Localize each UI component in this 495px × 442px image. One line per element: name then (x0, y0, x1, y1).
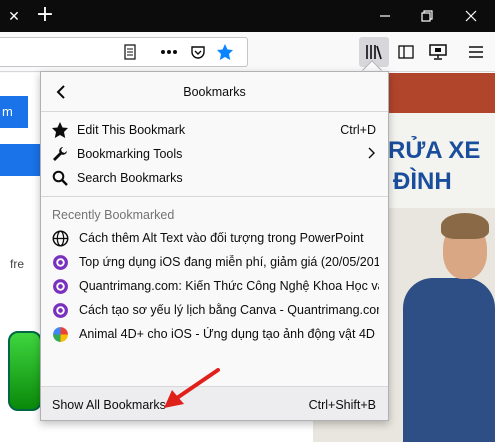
red-arrow-annotation (164, 368, 220, 408)
hamburger-icon (469, 46, 483, 58)
title-bar: ✕ + (0, 0, 495, 32)
url-bar[interactable] (0, 37, 248, 67)
minimize-button[interactable] (370, 4, 400, 28)
panel-title: Bookmarks (183, 85, 246, 99)
bookmark-star-icon[interactable] (213, 40, 237, 64)
globe-icon (52, 230, 69, 247)
edit-bookmark-shortcut: Ctrl+D (340, 123, 376, 137)
bookmarking-tools-item[interactable]: Bookmarking Tools (41, 142, 388, 166)
bookmark-label: Cách thêm Alt Text vào đối tượng trong P… (79, 231, 364, 245)
sign-text-line2: ĐÌNH (393, 168, 452, 195)
wrench-icon (51, 145, 69, 163)
bookmark-label: Quantrimang.com: Kiến Thức Công Nghệ Kho… (79, 279, 379, 293)
bookmark-item[interactable]: Cách thêm Alt Text vào đối tượng trong P… (41, 227, 388, 251)
search-bookmarks-label: Search Bookmarks (77, 171, 183, 185)
page-actions-icon[interactable] (157, 40, 181, 64)
sign-text-line1: RỬA XE (388, 137, 481, 164)
bookmark-label: Animal 4D+ cho iOS - Ứng dụng tạo ảnh độ… (79, 327, 379, 341)
bookmark-label: Cách tạo sơ yếu lý lịch bằng Canva - Qua… (79, 303, 379, 317)
pocket-icon[interactable] (186, 40, 210, 64)
page-text-fragment: fre (10, 257, 25, 271)
star-icon (51, 121, 69, 139)
menu-button[interactable] (464, 40, 488, 64)
chevron-right-icon (368, 147, 376, 162)
new-tab-button[interactable]: + (33, 4, 57, 28)
bookmark-label: Top ứng dụng iOS đang miễn phí, giảm giá… (79, 255, 379, 269)
minimize-icon (380, 15, 390, 17)
close-window-button[interactable] (456, 4, 486, 28)
show-all-bookmarks-label: Show All Bookmarks (52, 398, 166, 412)
site-icon (53, 255, 68, 270)
search-bookmarks-item[interactable]: Search Bookmarks (41, 166, 388, 190)
panel-header: Bookmarks (41, 72, 388, 112)
bookmark-item[interactable]: Top ứng dụng iOS đang miễn phí, giảm giá… (41, 251, 388, 275)
library-icon (366, 45, 382, 60)
page-blue-button[interactable]: m (0, 96, 28, 128)
monitor-icon (429, 44, 447, 60)
show-all-bookmarks-shortcut: Ctrl+Shift+B (308, 398, 376, 412)
navigation-toolbar (0, 32, 495, 72)
restore-icon (421, 10, 433, 22)
site-icon (53, 279, 68, 294)
sidebar-button[interactable] (394, 40, 418, 64)
sidebar-icon (398, 45, 414, 59)
bookmark-item[interactable]: Animal 4D+ cho iOS - Ứng dụng tạo ảnh độ… (41, 323, 388, 347)
close-icon (465, 10, 477, 22)
recently-bookmarked-heading: Recently Bookmarked (52, 208, 175, 222)
reader-view-icon[interactable] (118, 40, 142, 64)
close-tab-button[interactable]: ✕ (3, 6, 25, 26)
edit-bookmark-item[interactable]: Edit This Bookmark Ctrl+D (41, 118, 388, 142)
screen-share-button[interactable] (426, 40, 450, 64)
bookmark-item[interactable]: Quantrimang.com: Kiến Thức Công Nghệ Kho… (41, 275, 388, 299)
edit-bookmark-label: Edit This Bookmark (77, 123, 186, 137)
green-graphic (8, 331, 42, 411)
site-icon (53, 303, 68, 318)
separator (41, 196, 388, 197)
restore-button[interactable] (412, 4, 442, 28)
bookmarking-tools-label: Bookmarking Tools (77, 147, 183, 161)
colorful-icon (53, 327, 68, 342)
person-body (403, 278, 495, 442)
search-icon (51, 169, 69, 187)
bookmark-item[interactable]: Cách tạo sơ yếu lý lịch bằng Canva - Qua… (41, 299, 388, 323)
page-blue-bar[interactable] (0, 144, 40, 176)
person-hair (441, 213, 489, 239)
